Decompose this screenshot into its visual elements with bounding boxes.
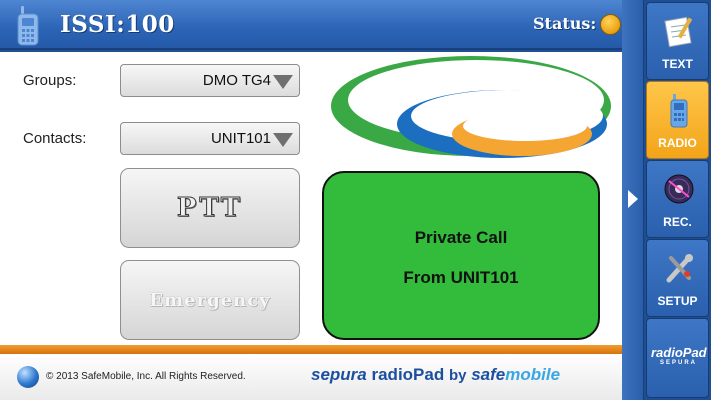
copyright-text: © 2013 SafeMobile, Inc. All Rights Reser… [46,371,246,382]
status-indicator-icon [600,14,621,35]
safemobile-rings-logo-icon [331,56,611,158]
app-header: ISSI:100 Status: [0,0,622,50]
notepad-icon [664,16,693,48]
footer-divider [0,345,622,354]
nav-rec-button[interactable]: REC. [646,160,709,238]
sepura-radiopad-logo: sepura radioPad by safemobile [311,365,560,385]
disc-icon [664,174,694,204]
groups-dropdown[interactable]: DMO TG4 [120,64,300,97]
radio-handset-icon [17,6,39,46]
call-status-panel: Private Call From UNIT101 [322,171,600,340]
footer-bar: © 2013 SafeMobile, Inc. All Rights Reser… [0,354,622,400]
tools-icon [666,254,693,283]
chevron-down-icon [273,133,293,147]
emergency-button-label: Emergency [149,289,271,311]
contacts-dropdown[interactable]: UNIT101 [120,122,300,155]
contacts-selected-value: UNIT101 [210,130,271,147]
nav-text-button[interactable]: TEXT [646,2,709,80]
call-source-text: From UNIT101 [403,268,519,287]
globe-icon [17,366,39,388]
call-type-text: Private Call [414,228,508,247]
status-label: Status: [533,14,597,33]
groups-selected-value: DMO TG4 [202,72,271,89]
nav-rec-label: REC. [663,215,692,229]
chevron-down-icon [273,75,293,89]
nav-setup-label: SETUP [657,294,698,308]
brand-mobile: mobile [505,365,561,384]
brand-by: by [448,367,467,384]
brand-safe: safe [471,365,506,384]
chevron-right-icon [628,190,638,208]
ptt-button[interactable]: PTT [120,168,300,248]
brand-sepura: sepura [311,365,367,384]
radio-icon [670,94,688,128]
brand-radiopad: radioPad [371,365,445,384]
radiopad-logo-text: radioPad [651,345,707,360]
sepura-logo-text: SEPURA [659,360,697,366]
side-nav: TEXT RADIO REC. SETUP radioPad SEPURA [622,0,711,400]
groups-label: Groups: [23,72,77,89]
nav-radio-label: RADIO [658,136,697,150]
radiopad-logo: radioPad SEPURA [651,345,707,366]
nav-radio-button[interactable]: RADIO [646,81,709,159]
main-panel: Groups: DMO TG4 Contacts: UNIT101 PTT Em… [0,52,622,345]
nav-text-label: TEXT [662,57,693,71]
issi-title: ISSI:100 [60,11,175,38]
nav-drawer-handle[interactable] [622,0,644,400]
emergency-button[interactable]: Emergency [120,260,300,340]
radiopad-logo-button[interactable]: radioPad SEPURA [646,318,709,398]
contacts-label: Contacts: [23,130,87,147]
nav-setup-button[interactable]: SETUP [646,239,709,317]
ptt-button-label: PTT [176,193,244,224]
